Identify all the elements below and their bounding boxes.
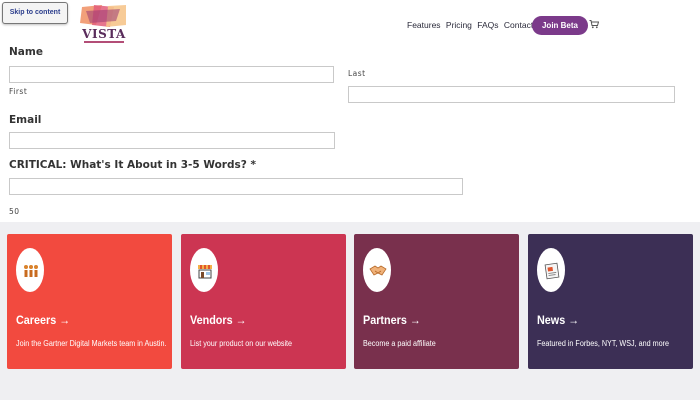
- handshake-icon: [369, 265, 387, 276]
- news-icon-circle: [537, 248, 565, 292]
- email-label: Email: [9, 114, 42, 126]
- vendors-title[interactable]: Vendors →: [190, 313, 246, 327]
- logo-wordmark: VISTA: [82, 27, 126, 41]
- nav-item-pricing[interactable]: Pricing: [446, 20, 472, 30]
- join-beta-button[interactable]: Join Beta: [532, 16, 588, 35]
- newspaper-icon: [544, 262, 560, 280]
- nav-item-faqs[interactable]: FAQs: [477, 20, 498, 30]
- last-name-sublabel: Last: [348, 69, 366, 78]
- partners-description: Become a paid affiliate: [363, 339, 436, 348]
- vendors-card[interactable]: Vendors → List your product on our websi…: [181, 234, 346, 369]
- first-name-sublabel: First: [9, 87, 28, 96]
- news-description: Featured in Forbes, NYT, WSJ, and more: [537, 339, 670, 348]
- page: Skip to content VISTA Features Pricing F…: [0, 0, 700, 400]
- careers-description: Join the Gartner Digital Markets team in…: [16, 339, 167, 348]
- careers-title[interactable]: Careers →: [16, 313, 70, 327]
- careers-icon-circle: [16, 248, 44, 292]
- partners-card[interactable]: Partners → Become a paid affiliate: [354, 234, 519, 369]
- last-name-input[interactable]: [348, 86, 675, 103]
- logo-graphic: [80, 5, 126, 27]
- partners-icon-circle: [363, 248, 391, 292]
- people-icon: [24, 265, 38, 277]
- critical-words-input[interactable]: [9, 178, 463, 195]
- name-label: Name: [9, 46, 43, 58]
- character-count: 50: [9, 207, 20, 216]
- first-name-input[interactable]: [9, 66, 334, 83]
- skip-to-content-link[interactable]: Skip to content: [2, 2, 68, 24]
- logo[interactable]: VISTA: [80, 5, 128, 45]
- vendors-description: List your product on our website: [190, 339, 293, 348]
- main-nav: Features Pricing FAQs Contact: [407, 20, 536, 30]
- partners-title[interactable]: Partners →: [363, 313, 421, 327]
- news-card[interactable]: News → Featured in Forbes, NYT, WSJ, and…: [528, 234, 693, 369]
- vendors-icon-circle: [190, 248, 218, 292]
- email-input[interactable]: [9, 132, 335, 149]
- cart-icon[interactable]: [589, 19, 599, 29]
- logo-underline: [84, 41, 124, 43]
- nav-item-features[interactable]: Features: [407, 20, 441, 30]
- nav-item-contact[interactable]: Contact: [504, 20, 533, 30]
- critical-question-label: CRITICAL: What's It About in 3-5 Words? …: [9, 159, 256, 171]
- careers-card[interactable]: Careers → Join the Gartner Digital Marke…: [7, 234, 172, 369]
- storefront-icon: [198, 265, 212, 279]
- news-title[interactable]: News →: [537, 313, 579, 327]
